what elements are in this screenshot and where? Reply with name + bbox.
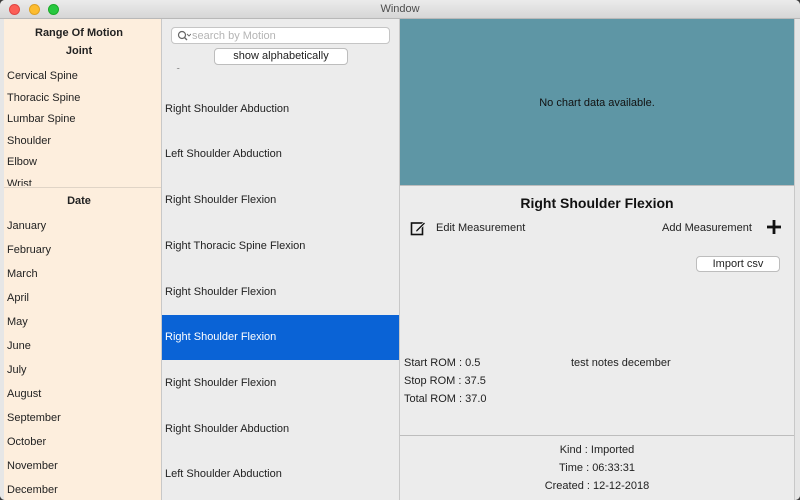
plus-icon[interactable]	[766, 219, 782, 235]
add-measurement-button[interactable]: Add Measurement	[662, 222, 752, 234]
stop-rom: Stop ROM : 37.5	[404, 375, 486, 387]
chart-empty-message: No chart data available.	[539, 97, 655, 109]
motion-list[interactable]: Right Shoulder FlexionRight Shoulder Abd…	[162, 68, 399, 500]
detail-title: Right Shoulder Flexion	[520, 195, 674, 211]
joint-item[interactable]: Thoracic Spine	[7, 92, 80, 104]
motion-item-selected[interactable]: Right Shoulder Flexion	[162, 315, 399, 361]
motion-item[interactable]: Right Shoulder Flexion	[162, 178, 399, 223]
month-item[interactable]: January	[7, 220, 46, 232]
show-alphabetically-button[interactable]: show alphabetically	[214, 48, 348, 65]
month-item[interactable]: July	[7, 364, 27, 376]
month-item[interactable]: March	[7, 268, 38, 280]
motion-item[interactable]: Left Shoulder Abduction	[162, 132, 399, 177]
section-divider	[4, 187, 161, 188]
month-item[interactable]: August	[7, 388, 41, 400]
created-label: Created : 12-12-2018	[544, 480, 650, 492]
edit-measurement-button[interactable]: Edit Measurement	[436, 222, 525, 234]
rom-chart: No chart data available.	[400, 19, 794, 186]
month-item[interactable]: October	[7, 436, 46, 448]
measurement-meta: Kind : Imported Time : 06:33:31 Created …	[400, 435, 794, 500]
detail-panel: No chart data available. Right Shoulder …	[400, 19, 794, 500]
joint-list[interactable]: Range Of Motion Joint Cervical Spine Thor…	[4, 19, 161, 186]
motion-list-panel: show alphabetically Right Shoulder Flexi…	[162, 19, 400, 500]
motion-item[interactable]: Right Thoracic Spine Flexion	[162, 224, 399, 269]
time-label: Time : 06:33:31	[558, 462, 636, 474]
month-item[interactable]: June	[7, 340, 31, 352]
joint-header-line2: Joint	[65, 45, 93, 57]
import-csv-button[interactable]: Import csv	[696, 256, 780, 272]
adjacent-window-edge	[794, 19, 800, 500]
search-icon	[177, 30, 191, 41]
motion-item[interactable]: Right Shoulder Abduction	[162, 87, 399, 132]
motion-item[interactable]: Left Shoulder Abduction	[162, 452, 399, 497]
filter-sidebar: Range Of Motion Joint Cervical Spine Thor…	[4, 19, 162, 500]
joint-header-line1: Range Of Motion	[35, 27, 123, 39]
month-item[interactable]: September	[7, 412, 61, 424]
joint-item[interactable]: Lumbar Spine	[7, 113, 76, 125]
motion-item[interactable]: Right Shoulder Abduction	[162, 407, 399, 452]
search-input[interactable]	[192, 29, 382, 43]
joint-item[interactable]: Shoulder	[7, 135, 51, 147]
month-item[interactable]: February	[7, 244, 51, 256]
total-rom: Total ROM : 37.0	[404, 393, 487, 405]
measurement-notes: test notes december	[571, 357, 671, 369]
month-item[interactable]: November	[7, 460, 58, 472]
motion-item[interactable]: Right Shoulder Flexion	[162, 68, 399, 86]
joint-item[interactable]: Elbow	[7, 156, 37, 168]
joint-item[interactable]: Wrist	[7, 178, 32, 186]
joint-item[interactable]: Cervical Spine	[7, 70, 78, 82]
motion-item[interactable]: Right Shoulder Flexion	[162, 270, 399, 315]
search-field[interactable]	[171, 27, 390, 44]
date-header: Date	[67, 195, 91, 207]
month-item[interactable]: May	[7, 316, 28, 328]
window-title: Window	[380, 3, 420, 15]
month-item[interactable]: April	[7, 292, 29, 304]
kind-label: Kind : Imported	[559, 444, 635, 456]
month-item[interactable]: December	[7, 484, 58, 496]
motion-item[interactable]: Right Shoulder Flexion	[162, 361, 399, 406]
start-rom: Start ROM : 0.5	[404, 357, 481, 369]
title-bar: Window	[0, 0, 800, 19]
app-window: Window Range Of Motion Joint Cervical Sp…	[0, 0, 800, 500]
edit-icon[interactable]	[410, 220, 426, 236]
